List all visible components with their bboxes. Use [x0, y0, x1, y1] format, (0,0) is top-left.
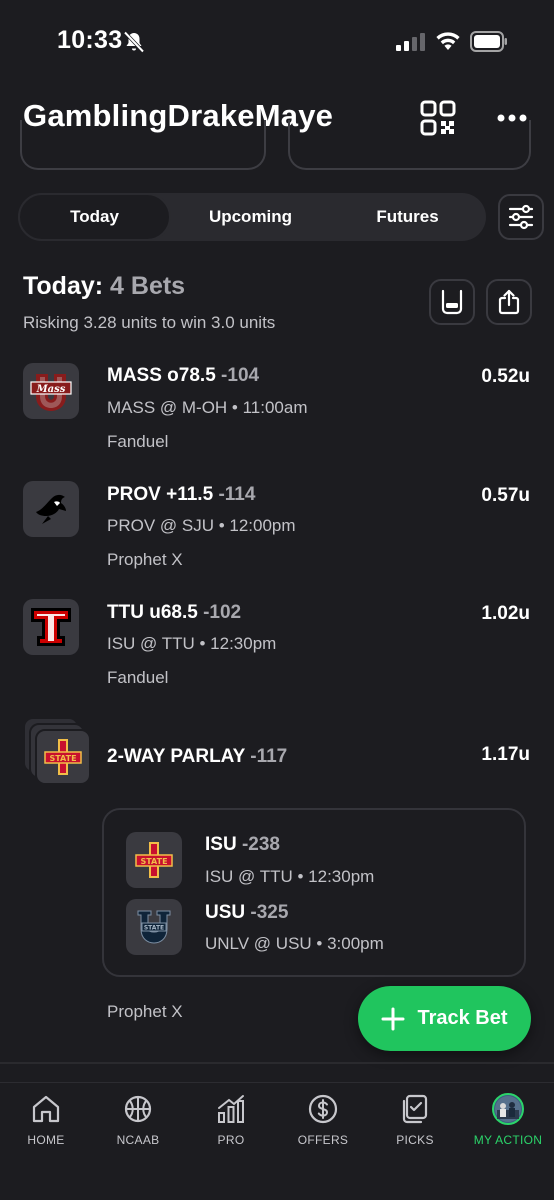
track-bet-button[interactable]: Track Bet — [358, 986, 531, 1051]
svg-text:STATE: STATE — [140, 857, 167, 866]
bet-pick-label: MASS o78.5 — [107, 365, 216, 386]
nav-ncaab[interactable]: NCAAB — [92, 1083, 184, 1163]
bet-odds: -102 — [203, 602, 242, 623]
nav-picks[interactable]: PICKS — [369, 1083, 461, 1163]
share-icon — [498, 289, 520, 315]
bet-matchup: MASS @ M-OH • 11:00am — [107, 398, 308, 417]
tab-today[interactable]: Today — [18, 193, 171, 241]
parlay-label: 2-WAY PARLAY — [107, 746, 245, 767]
dollar-icon — [308, 1094, 338, 1124]
track-bet-label: Track Bet — [417, 1007, 508, 1029]
avatar-icon — [492, 1093, 524, 1125]
nav-label: MY ACTION — [473, 1133, 543, 1147]
parlay-logo-stack: STATE — [23, 717, 103, 789]
bet-odds: -104 — [221, 365, 260, 386]
leg-odds: -325 — [250, 902, 289, 923]
bet-count: 4 Bets — [110, 272, 186, 300]
divider — [0, 1062, 554, 1064]
bet-pick[interactable]: MASS o78.5 -104 — [107, 365, 259, 387]
nav-home[interactable]: HOME — [0, 1083, 92, 1163]
risk-summary: Risking 3.28 units to win 3.0 units — [23, 313, 276, 332]
cellular-signal-icon — [396, 33, 425, 51]
parlay-pick[interactable]: 2-WAY PARLAY -117 — [107, 746, 287, 768]
summary-label: Today: — [23, 272, 104, 300]
bet-matchup: PROV @ SJU • 12:00pm — [107, 516, 296, 535]
sportsbook-label: Prophet X — [107, 550, 183, 569]
chart-icon — [218, 1095, 244, 1123]
stats-card[interactable] — [20, 120, 266, 170]
parlay-units: 1.17u — [481, 744, 530, 765]
bet-units: 0.52u — [481, 366, 530, 387]
bottom-nav: HOME NCAAB PRO OFFERS PICKS MY ACTION — [0, 1082, 554, 1200]
svg-text:STATE: STATE — [144, 925, 164, 932]
basketball-icon — [124, 1095, 152, 1123]
bet-odds: -114 — [218, 484, 256, 505]
bet-pick[interactable]: PROV +11.5 -114 — [107, 484, 255, 506]
bet-pick-label: PROV +11.5 — [107, 484, 214, 505]
leg-matchup: ISU @ TTU • 12:30pm — [205, 867, 375, 886]
leg-odds: -238 — [241, 834, 280, 855]
nav-label: PRO — [217, 1133, 245, 1147]
leg-pick-label: ISU — [205, 834, 237, 855]
sportsbook-label: Fanduel — [107, 668, 169, 687]
parlay-odds: -117 — [250, 746, 288, 767]
iowa-state-logo-icon: STATE — [35, 729, 91, 785]
umass-logo-icon: Mass — [23, 363, 79, 419]
bet-units: 1.02u — [481, 603, 530, 624]
bet-units: 0.57u — [481, 485, 530, 506]
leg-pick: ISU -238 — [205, 834, 280, 856]
utah-state-logo-icon: STATE — [126, 899, 182, 955]
tab-bar: Today Upcoming Futures — [18, 193, 486, 241]
bell-muted-icon — [123, 31, 145, 53]
home-icon — [32, 1095, 60, 1123]
nav-my-action[interactable]: MY ACTION — [462, 1083, 554, 1163]
texas-tech-logo-icon — [23, 599, 79, 655]
sportsbook-label: Fanduel — [107, 432, 169, 451]
bet-pick[interactable]: TTU u68.5 -102 — [107, 602, 241, 624]
svg-text:Mass: Mass — [36, 384, 66, 395]
providence-logo-icon — [23, 481, 79, 537]
filter-button[interactable] — [498, 194, 544, 240]
nav-pro[interactable]: PRO — [185, 1083, 277, 1163]
leg-pick: USU -325 — [205, 902, 288, 924]
leg-matchup: UNLV @ USU • 3:00pm — [205, 934, 384, 953]
battery-icon — [470, 31, 507, 52]
bet-slip-button[interactable] — [429, 279, 475, 325]
parlay-legs-card: STATE ISU -238 ISU @ TTU • 12:30pm STATE… — [102, 808, 526, 977]
bet-slip-icon — [441, 289, 463, 315]
svg-text:STATE: STATE — [49, 754, 76, 763]
bet-matchup: ISU @ TTU • 12:30pm — [107, 634, 277, 653]
nav-label: PICKS — [396, 1133, 434, 1147]
nav-label: NCAAB — [116, 1133, 160, 1147]
nav-offers[interactable]: OFFERS — [277, 1083, 369, 1163]
bets-summary-title: Today: 4 Bets — [23, 272, 185, 301]
share-button[interactable] — [486, 279, 532, 325]
tab-futures[interactable]: Futures — [330, 193, 485, 241]
stats-card[interactable] — [288, 120, 531, 170]
leg-pick-label: USU — [205, 902, 246, 923]
picks-icon — [402, 1094, 428, 1124]
plus-icon — [381, 1007, 405, 1030]
nav-label: OFFERS — [297, 1133, 349, 1147]
sliders-icon — [508, 204, 534, 230]
tab-upcoming[interactable]: Upcoming — [173, 193, 328, 241]
nav-label: HOME — [27, 1133, 65, 1147]
wifi-icon — [436, 32, 460, 50]
status-time: 10:33 — [57, 26, 123, 54]
sportsbook-label: Prophet X — [107, 1002, 183, 1021]
bet-pick-label: TTU u68.5 — [107, 602, 198, 623]
iowa-state-logo-icon: STATE — [126, 832, 182, 888]
